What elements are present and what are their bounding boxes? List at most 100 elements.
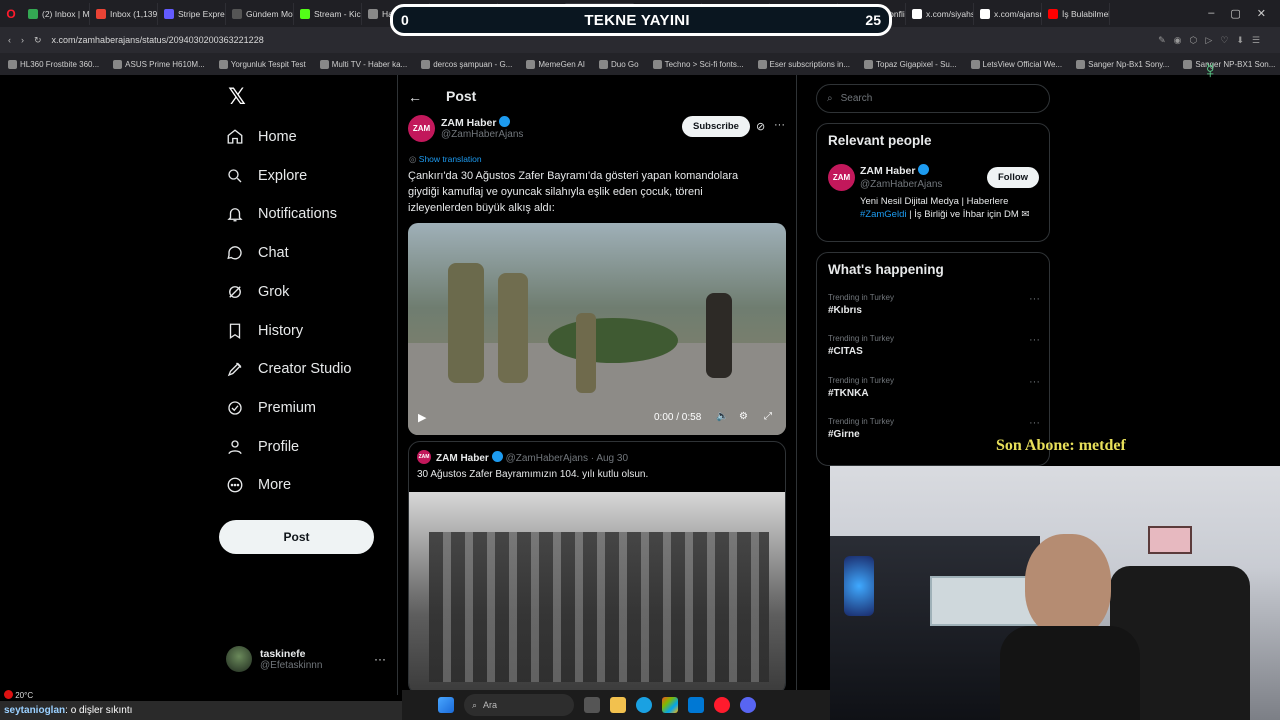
video-planter	[548, 318, 678, 363]
person-handle[interactable]: @ZamHaberAjans	[860, 179, 942, 190]
x-logo-icon[interactable]: 𝕏	[226, 86, 248, 108]
quoted-post[interactable]: ZAM ZAM Haber @ZamHaberAjans · Aug 30 30…	[408, 441, 786, 695]
author-name[interactable]: ZAM Haber	[441, 116, 511, 129]
forward-icon[interactable]: ›	[21, 35, 24, 45]
close-icon[interactable]: ✕	[1257, 7, 1266, 20]
follow-button[interactable]: Follow	[987, 167, 1039, 188]
store-icon[interactable]	[688, 697, 704, 713]
play-icon[interactable]: ▶	[418, 411, 426, 424]
browser-tab[interactable]: Stripe Express	[158, 2, 226, 25]
back-icon[interactable]: ‹	[8, 35, 11, 45]
nav-item-more[interactable]: More	[226, 473, 291, 497]
nav-item-notifications[interactable]: Notifications	[226, 202, 337, 226]
nav-item-creator-studio[interactable]: Creator Studio	[226, 357, 352, 381]
webcam-feed	[830, 466, 1280, 720]
browser-tab[interactable]: İş Bulabilmek	[1042, 2, 1110, 25]
bookmark-item[interactable]: HL360 Frostbite 360...	[8, 59, 99, 69]
person-name[interactable]: ZAM Haber	[860, 164, 930, 177]
bookmark-favicon-icon	[1183, 59, 1193, 69]
edge-icon[interactable]	[636, 697, 652, 713]
url-text[interactable]: x.com/zamhaberajans/status/2094030200363…	[52, 35, 1149, 45]
nav-item-grok[interactable]: Grok	[226, 280, 289, 304]
person-bio: Yeni Nesil Dijital Medya | Haberlere #Za…	[860, 196, 1030, 220]
photo-soldiers	[429, 532, 769, 682]
browser-tab[interactable]: Gündem Motor	[226, 2, 294, 25]
explore-icon	[228, 169, 242, 183]
more-dots-icon[interactable]: ···	[1029, 376, 1040, 388]
nav-item-chat[interactable]: Chat	[226, 241, 289, 265]
bookmark-item[interactable]: Sanger Np-Bx1 Sony...	[1076, 59, 1169, 69]
author-handle[interactable]: @ZamHaberAjans	[441, 129, 523, 140]
quoted-photo[interactable]	[409, 492, 785, 694]
stream-chat-line: seytanioglan: o dişler sıkıntı	[0, 701, 402, 720]
bookmark-item[interactable]: Sanger NP-BX1 Son...	[1183, 59, 1275, 69]
post-button[interactable]: Post	[219, 520, 374, 554]
taskbar-search[interactable]: ⌕ Ara	[464, 694, 574, 716]
start-icon[interactable]	[438, 697, 454, 713]
browser-tab[interactable]: x.com/siyahsa	[906, 2, 974, 25]
bookmark-item[interactable]: Topaz Gigapixel - Su...	[864, 59, 957, 69]
tab-favicon-icon	[232, 8, 242, 19]
grok-icon[interactable]: ⊘	[756, 120, 765, 133]
opera-icon[interactable]	[714, 697, 730, 713]
settings-icon[interactable]: ⚙	[739, 411, 748, 422]
bookmark-favicon-icon	[757, 59, 767, 69]
opera-logo-icon[interactable]: O	[0, 3, 22, 25]
tab-label: (2) Inbox | Ma	[42, 8, 90, 19]
discord-icon[interactable]	[740, 697, 756, 713]
trend-context: Trending in Turkey	[828, 375, 894, 385]
show-translation-link[interactable]: ◎ Show translation	[409, 154, 482, 165]
more-dots-icon[interactable]: ···	[374, 652, 386, 666]
bookmark-item[interactable]: Duo Go	[599, 59, 639, 69]
reload-icon[interactable]: ↻	[34, 35, 42, 46]
bookmark-item[interactable]: Multi TV - Haber ka...	[319, 59, 407, 69]
nav-item-profile[interactable]: Profile	[226, 435, 299, 459]
bio-hashtag-link[interactable]: #ZamGeldi	[860, 209, 906, 220]
bookmark-item[interactable]: Yorgunluk Tespit Test	[218, 59, 306, 69]
post-column: ← Post ZAM ZAM Haber @ZamHaberAjans Subs…	[397, 75, 797, 695]
tab-favicon-icon	[164, 8, 174, 19]
browser-tab[interactable]: Stream - Kick	[294, 2, 362, 25]
bookmark-item[interactable]: dercos şampuan - G...	[421, 59, 512, 69]
tab-label: x.com/siyahsa	[926, 8, 973, 19]
nav-item-explore[interactable]: Explore	[226, 164, 307, 188]
browser-tab[interactable]: (2) Inbox | Ma	[22, 2, 90, 25]
more-dots-icon[interactable]: ···	[774, 119, 785, 131]
bookmark-favicon-icon	[864, 59, 874, 69]
subscribe-button[interactable]: Subscribe	[682, 116, 750, 137]
bookmark-item[interactable]: ASUS Prime H610M...	[113, 59, 205, 69]
trend-item[interactable]: Trending in Turkey #Kıbrıs ···	[828, 293, 1040, 316]
trend-item[interactable]: Trending in Turkey #TKNKA ···	[828, 376, 1040, 399]
happening-title: What's happening	[828, 262, 944, 277]
fullscreen-icon[interactable]: ⤢	[764, 411, 772, 422]
more-dots-icon[interactable]: ···	[1029, 417, 1040, 429]
trend-item[interactable]: Trending in Turkey #CITAS ···	[828, 334, 1040, 357]
post-video[interactable]: ▶ 0:00 / 0:58 🔈 ⚙ ⤢	[408, 223, 786, 435]
chat-message: : o dişler sıkıntı	[65, 705, 133, 716]
task-view-icon[interactable]	[584, 697, 600, 713]
browser-tab[interactable]: Inbox (1,139)	[90, 2, 158, 25]
weather-widget[interactable]: 20°C	[4, 690, 33, 700]
account-switcher[interactable]: taskinefe @Efetaskinnn ···	[226, 643, 386, 675]
volume-icon[interactable]: 🔈	[716, 411, 728, 422]
search-input[interactable]: ⌕ Search	[816, 84, 1050, 113]
browser-tab[interactable]: x.com/ajansm	[974, 2, 1042, 25]
bookmark-item[interactable]: Eser subscriptions in...	[757, 59, 850, 69]
person-avatar[interactable]: ZAM	[828, 164, 855, 191]
nav-item-premium[interactable]: Premium	[226, 396, 316, 420]
toolbar-icons[interactable]: ✎◉⬡▷♡⬇☰	[1158, 35, 1268, 46]
more-dots-icon[interactable]: ···	[1029, 293, 1040, 305]
minimize-icon[interactable]: –	[1208, 7, 1214, 20]
nav-item-history[interactable]: History	[226, 319, 303, 343]
copilot-icon[interactable]	[662, 697, 678, 713]
back-arrow-icon[interactable]: ←	[408, 89, 422, 105]
more-dots-icon[interactable]: ···	[1029, 334, 1040, 346]
bookmark-item[interactable]: LetsView Official We...	[970, 59, 1062, 69]
maximize-icon[interactable]: ▢	[1230, 7, 1240, 20]
file-explorer-icon[interactable]	[610, 697, 626, 713]
author-avatar[interactable]: ZAM	[408, 115, 435, 142]
bookmark-item[interactable]: Techno > Sci-fi fonts...	[652, 59, 744, 69]
nav-item-home[interactable]: Home	[226, 125, 297, 149]
trend-tag: #CITAS	[828, 346, 863, 358]
bookmark-item[interactable]: MemeGen AI	[526, 59, 585, 69]
